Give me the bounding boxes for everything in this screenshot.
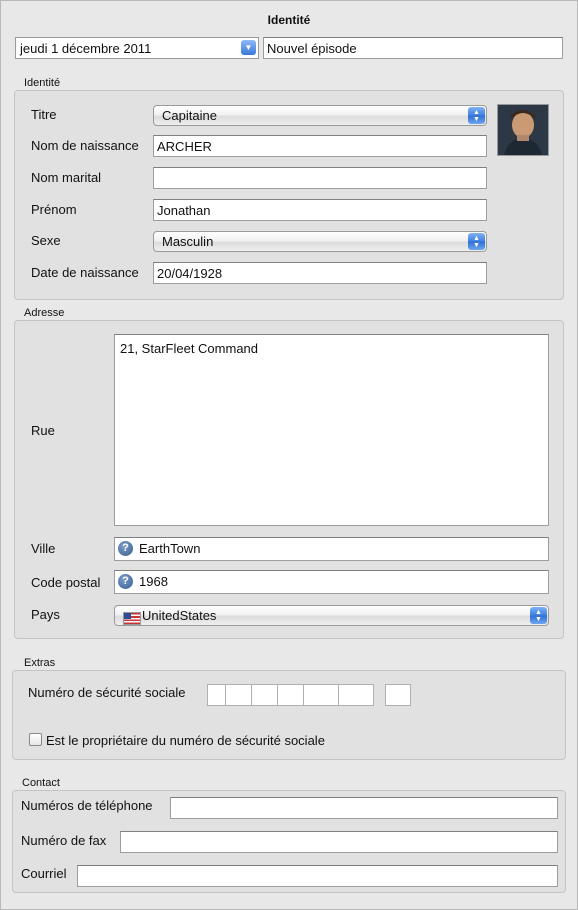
help-icon[interactable]: ? bbox=[118, 574, 133, 589]
prenom-field[interactable]: Jonathan bbox=[153, 199, 487, 221]
titre-label: Titre bbox=[31, 107, 57, 122]
owner-checkbox[interactable] bbox=[29, 733, 42, 746]
date-selector-value: jeudi 1 décembre 2011 bbox=[20, 41, 152, 56]
owner-checkbox-label[interactable]: Est le propriétaire du numéro de sécurit… bbox=[46, 733, 325, 748]
ville-label: Ville bbox=[31, 541, 56, 556]
ssn-label: Numéro de sécurité sociale bbox=[28, 685, 186, 700]
nom-marital-label: Nom marital bbox=[31, 170, 102, 185]
updown-arrows-icon: ▲ ▼ bbox=[468, 107, 485, 124]
episode-field[interactable]: Nouvel épisode bbox=[263, 37, 563, 59]
rue-label: Rue bbox=[31, 423, 55, 438]
pays-label: Pays bbox=[31, 607, 60, 622]
portrait-image bbox=[498, 105, 548, 155]
avatar bbox=[497, 104, 549, 156]
nom-marital-field[interactable] bbox=[153, 167, 487, 189]
nom-naissance-field[interactable]: ARCHER bbox=[153, 135, 487, 157]
telephone-label: Numéros de téléphone bbox=[21, 798, 153, 813]
pays-select-value: UnitedStates bbox=[142, 608, 217, 623]
ssn-field-4[interactable] bbox=[277, 684, 304, 706]
address-legend: Adresse bbox=[24, 307, 65, 319]
ville-value: EarthTown bbox=[139, 541, 201, 556]
identity-legend: Identité bbox=[24, 77, 61, 89]
sexe-label: Sexe bbox=[31, 233, 61, 248]
sexe-select[interactable]: Masculin ▲ ▼ bbox=[153, 231, 487, 252]
code-postal-field[interactable]: ? 1968 bbox=[114, 570, 549, 594]
code-postal-value: 1968 bbox=[139, 574, 168, 589]
fax-label: Numéro de fax bbox=[21, 833, 107, 848]
ville-field[interactable]: ? EarthTown bbox=[114, 537, 549, 561]
date-naissance-field[interactable]: 20/04/1928 bbox=[153, 262, 487, 284]
updown-arrows-icon: ▲ ▼ bbox=[468, 233, 485, 250]
pays-select[interactable]: UnitedStates ▲ ▼ bbox=[114, 605, 549, 626]
chevron-down-icon[interactable]: ▼ bbox=[241, 40, 256, 55]
date-selector[interactable]: jeudi 1 décembre 2011 ▼ bbox=[15, 37, 259, 59]
help-icon[interactable]: ? bbox=[118, 541, 133, 556]
us-flag-icon bbox=[123, 612, 141, 625]
ssn-key-field[interactable] bbox=[385, 684, 411, 706]
page-title: Identité bbox=[267, 13, 311, 27]
ssn-field-6[interactable] bbox=[338, 684, 374, 706]
titre-select-value: Capitaine bbox=[162, 108, 217, 123]
courriel-label: Courriel bbox=[21, 866, 67, 881]
ssn-field-5[interactable] bbox=[303, 684, 339, 706]
telephone-field[interactable] bbox=[170, 797, 558, 819]
titre-select[interactable]: Capitaine ▲ ▼ bbox=[153, 105, 487, 126]
nom-naissance-label: Nom de naissance bbox=[31, 138, 139, 153]
date-naissance-label: Date de naissance bbox=[31, 265, 139, 280]
fax-field[interactable] bbox=[120, 831, 558, 853]
ssn-field-3[interactable] bbox=[251, 684, 278, 706]
code-postal-label: Code postal bbox=[31, 575, 101, 590]
prenom-label: Prénom bbox=[31, 202, 77, 217]
contact-legend: Contact bbox=[22, 777, 60, 789]
sexe-select-value: Masculin bbox=[162, 234, 214, 249]
updown-arrows-icon: ▲ ▼ bbox=[530, 607, 547, 624]
courriel-field[interactable] bbox=[77, 865, 558, 887]
rue-textarea[interactable]: 21, StarFleet Command bbox=[114, 334, 549, 526]
extras-legend: Extras bbox=[24, 657, 56, 669]
ssn-field-2[interactable] bbox=[225, 684, 252, 706]
ssn-field-1[interactable] bbox=[207, 684, 226, 706]
